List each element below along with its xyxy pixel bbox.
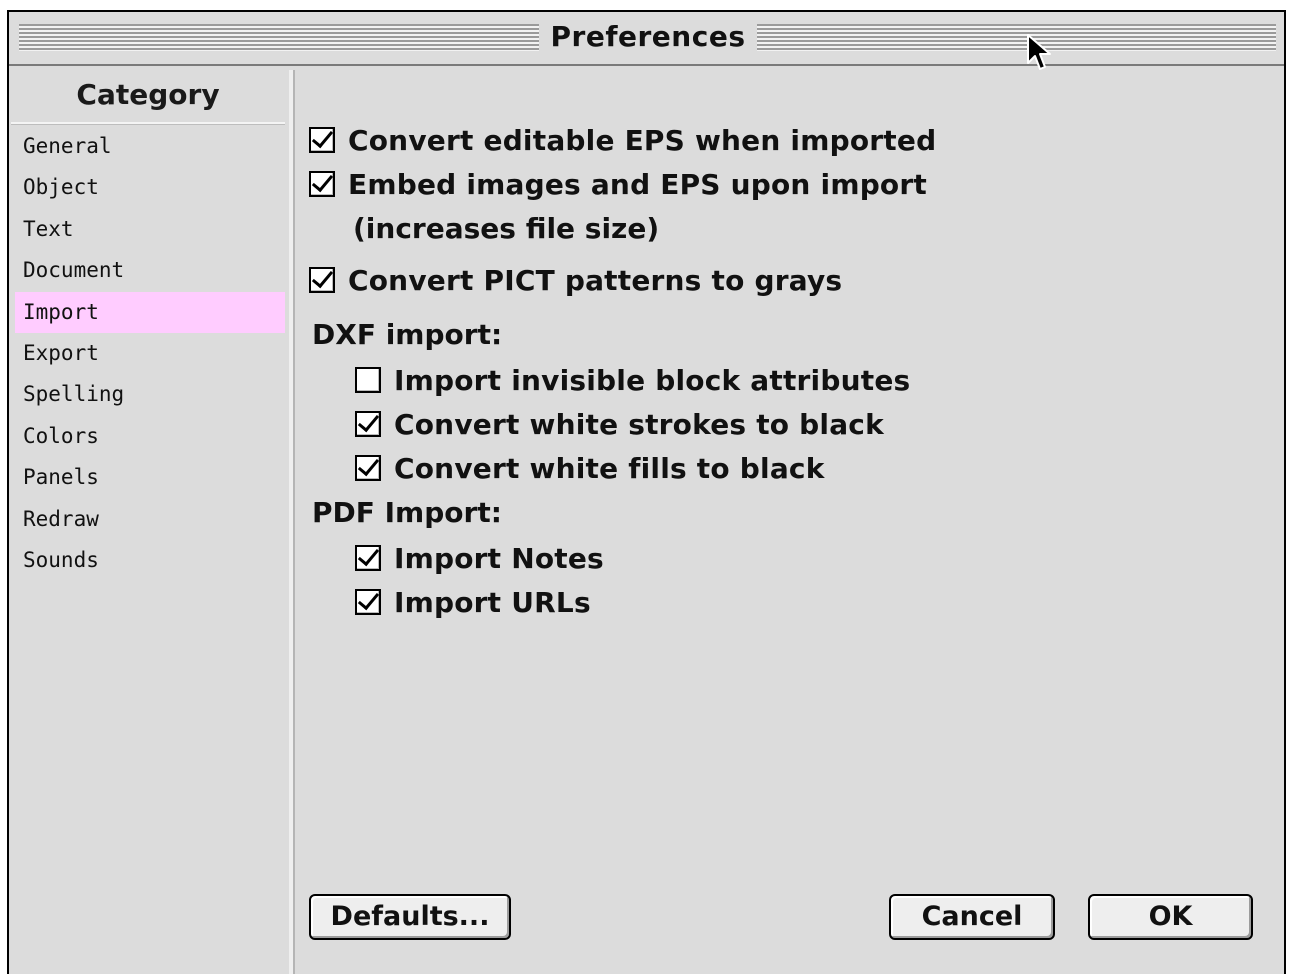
convert-pict-checkbox[interactable] (309, 267, 335, 293)
category-item-text[interactable]: Text (15, 209, 285, 250)
import-notes-checkbox[interactable] (355, 545, 381, 571)
category-item-panels[interactable]: Panels (15, 457, 285, 498)
category-list: General Object Text Document Import Expo… (15, 126, 285, 581)
import-urls-option[interactable]: Import URLs (355, 584, 591, 620)
category-item-object[interactable]: Object (15, 167, 285, 208)
embed-images-note: (increases file size) (353, 212, 660, 245)
convert-eps-option[interactable]: Convert editable EPS when imported (309, 122, 936, 158)
convert-eps-checkbox[interactable] (309, 127, 335, 153)
convert-pict-label: Convert PICT patterns to grays (348, 263, 843, 297)
embed-images-label: Embed images and EPS upon import (348, 167, 927, 201)
category-item-colors[interactable]: Colors (15, 416, 285, 457)
embed-images-option[interactable]: Embed images and EPS upon import (309, 166, 927, 202)
convert-white-fills-option[interactable]: Convert white fills to black (355, 450, 825, 486)
title-bar-stripes-right (757, 24, 1276, 51)
category-item-export[interactable]: Export (15, 333, 285, 374)
convert-eps-label: Convert editable EPS when imported (348, 123, 937, 157)
category-item-redraw[interactable]: Redraw (15, 499, 285, 540)
embed-images-checkbox[interactable] (309, 171, 335, 197)
window-title: Preferences (550, 20, 746, 53)
import-invisible-blocks-option[interactable]: Import invisible block attributes (355, 362, 910, 398)
category-item-general[interactable]: General (15, 126, 285, 167)
import-notes-option[interactable]: Import Notes (355, 540, 604, 576)
convert-white-strokes-checkbox[interactable] (355, 411, 381, 437)
title-bar[interactable]: Preferences (9, 12, 1284, 66)
preferences-window: Preferences Category General Object Text… (7, 10, 1286, 974)
dxf-import-heading: DXF import: (312, 318, 503, 351)
defaults-button[interactable]: Defaults... (309, 894, 511, 940)
category-item-document[interactable]: Document (15, 250, 285, 291)
convert-white-fills-label: Convert white fills to black (394, 451, 825, 485)
pdf-import-heading: PDF Import: (312, 496, 502, 529)
convert-white-fills-checkbox[interactable] (355, 455, 381, 481)
convert-pict-option[interactable]: Convert PICT patterns to grays (309, 262, 842, 298)
title-bar-stripes-left (19, 24, 539, 51)
convert-white-strokes-label: Convert white strokes to black (394, 407, 884, 441)
category-item-spelling[interactable]: Spelling (15, 374, 285, 415)
import-invisible-blocks-label: Import invisible block attributes (394, 363, 911, 397)
import-invisible-blocks-checkbox[interactable] (355, 367, 381, 393)
category-item-import[interactable]: Import (15, 291, 285, 333)
import-notes-label: Import Notes (394, 541, 604, 575)
cancel-button[interactable]: Cancel (889, 894, 1055, 940)
category-sidebar: Category General Object Text Document Im… (11, 70, 293, 974)
import-urls-label: Import URLs (394, 585, 591, 619)
arrow-cursor-icon (1027, 34, 1051, 70)
category-header: Category (11, 70, 285, 124)
import-urls-checkbox[interactable] (355, 589, 381, 615)
convert-white-strokes-option[interactable]: Convert white strokes to black (355, 406, 884, 442)
category-item-sounds[interactable]: Sounds (15, 540, 285, 581)
ok-button[interactable]: OK (1088, 894, 1253, 940)
